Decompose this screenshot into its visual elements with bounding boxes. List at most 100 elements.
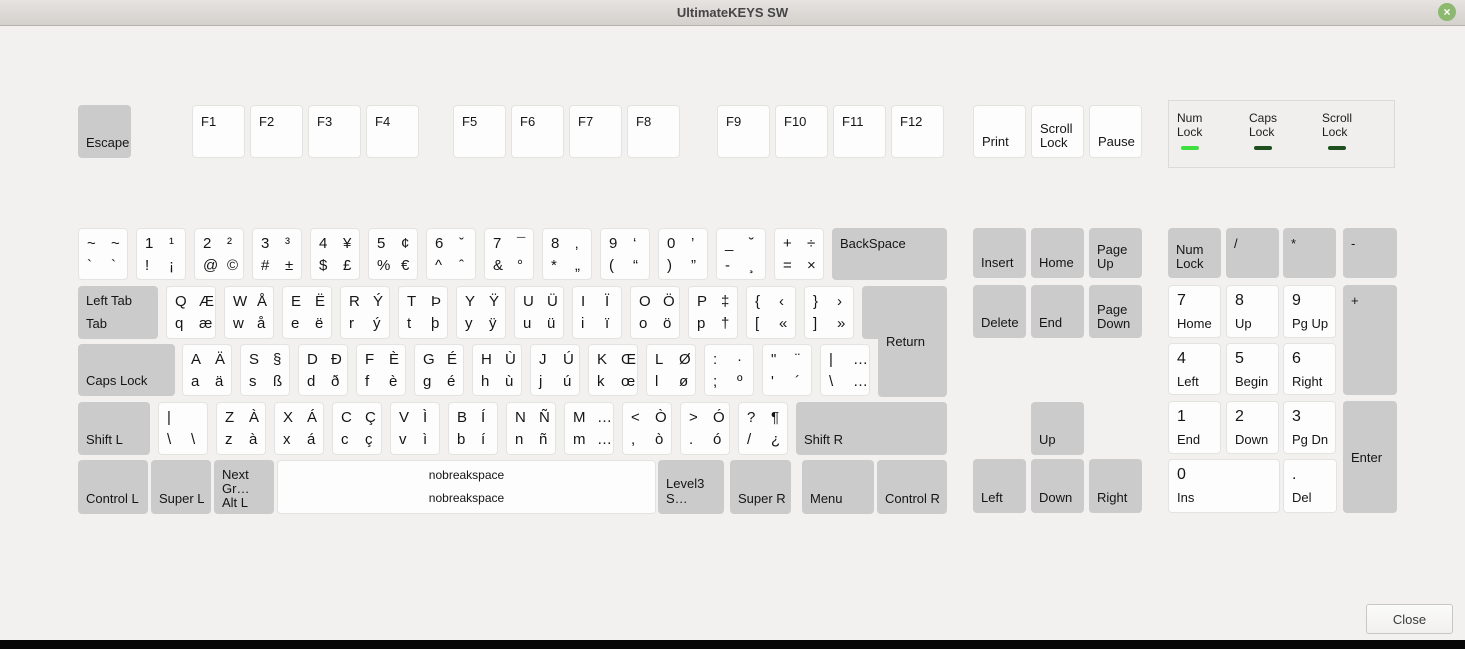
key-f10[interactable]: F10: [775, 105, 828, 158]
key-n[interactable]: NÑnñ: [506, 402, 556, 455]
key-home[interactable]: Home: [1031, 228, 1084, 278]
key-4[interactable]: 4¥$£: [310, 228, 360, 280]
key-super-l[interactable]: Super L: [151, 460, 211, 514]
key-scroll-lock[interactable]: ScrollLock: [1031, 105, 1084, 158]
key-slash[interactable]: ?¶/¿: [738, 402, 788, 455]
key-b[interactable]: BÍbí: [448, 402, 498, 455]
key-a[interactable]: AÄaä: [182, 344, 232, 396]
key-g[interactable]: GÉgé: [414, 344, 464, 396]
key-3[interactable]: 3³#±: [252, 228, 302, 280]
key-9[interactable]: 9‘(“: [600, 228, 650, 280]
close-button[interactable]: Close: [1366, 604, 1453, 634]
key-6[interactable]: 6ˇ^ˆ: [426, 228, 476, 280]
key-down[interactable]: Down: [1031, 459, 1084, 513]
key-caps-lock[interactable]: Caps Lock: [78, 344, 175, 396]
key-5[interactable]: 5¢%€: [368, 228, 418, 280]
key-kp-4[interactable]: 4Left: [1168, 343, 1221, 395]
key-shift-l[interactable]: Shift L: [78, 402, 150, 455]
key-return[interactable]: Return: [878, 286, 947, 397]
key-h[interactable]: HÙhù: [472, 344, 522, 396]
key-kp-enter[interactable]: Enter: [1343, 401, 1397, 513]
key-f8[interactable]: F8: [627, 105, 680, 158]
key-page-down[interactable]: PageDown: [1089, 285, 1142, 338]
key-t[interactable]: TÞtþ: [398, 286, 448, 339]
key-print[interactable]: Print: [973, 105, 1026, 158]
key-l[interactable]: LØlø: [646, 344, 696, 396]
key-w[interactable]: WÅwå: [224, 286, 274, 339]
key-f9[interactable]: F9: [717, 105, 770, 158]
key-kp-multiply[interactable]: *: [1283, 228, 1336, 278]
key-tab[interactable]: Left TabTab: [78, 286, 158, 339]
key-kp-subtract[interactable]: -: [1343, 228, 1397, 278]
key-f6[interactable]: F6: [511, 105, 564, 158]
key-y[interactable]: YŸyÿ: [456, 286, 506, 339]
key-comma[interactable]: <Ò,ò: [622, 402, 672, 455]
key-kp-5[interactable]: 5Begin: [1226, 343, 1279, 395]
key-m[interactable]: M…m…: [564, 402, 614, 455]
key-control-r[interactable]: Control R: [877, 460, 947, 514]
key-7[interactable]: 7¯&°: [484, 228, 534, 280]
key-f12[interactable]: F12: [891, 105, 944, 158]
key-up[interactable]: Up: [1031, 402, 1084, 455]
key-delete[interactable]: Delete: [973, 285, 1026, 338]
key-insert[interactable]: Insert: [973, 228, 1026, 278]
key-kp-7[interactable]: 7Home: [1168, 285, 1221, 338]
key-p[interactable]: P‡p†: [688, 286, 738, 339]
key-bracketleft[interactable]: {‹[«: [746, 286, 796, 339]
key-kp-6[interactable]: 6Right: [1283, 343, 1336, 395]
key-d[interactable]: DÐdð: [298, 344, 348, 396]
key-q[interactable]: QÆqæ: [166, 286, 216, 339]
key-shift-r[interactable]: Shift R: [796, 402, 947, 455]
key-kp-2[interactable]: 2Down: [1226, 401, 1279, 454]
key-kp-1[interactable]: 1End: [1168, 401, 1221, 454]
key-control-l[interactable]: Control L: [78, 460, 148, 514]
key-menu[interactable]: Menu: [802, 460, 874, 514]
key-backspace[interactable]: BackSpace: [832, 228, 947, 280]
key-semicolon[interactable]: :·;º: [704, 344, 754, 396]
key-kp-9[interactable]: 9Pg Up: [1283, 285, 1336, 338]
key-bracketright[interactable]: }›]»: [804, 286, 854, 339]
key-equal[interactable]: +÷=×: [774, 228, 824, 280]
key-kp-add[interactable]: +: [1343, 285, 1397, 395]
key-r[interactable]: RÝrý: [340, 286, 390, 339]
key-apostrophe[interactable]: "¨'´: [762, 344, 812, 396]
key-u[interactable]: UÜuü: [514, 286, 564, 339]
key-f3[interactable]: F3: [308, 105, 361, 158]
key-e[interactable]: EËeë: [282, 286, 332, 339]
key-pipe[interactable]: |\\: [158, 402, 208, 455]
key-z[interactable]: ZÀzà: [216, 402, 266, 455]
key-period[interactable]: >Ó.ó: [680, 402, 730, 455]
key-f7[interactable]: F7: [569, 105, 622, 158]
key-f1[interactable]: F1: [192, 105, 245, 158]
key-v[interactable]: VÌvì: [390, 402, 440, 455]
key-kp-divide[interactable]: /: [1226, 228, 1279, 278]
key-i[interactable]: IÏiï: [572, 286, 622, 339]
key-grave[interactable]: ~~``: [78, 228, 128, 280]
key-space[interactable]: nobreakspacenobreakspace: [277, 460, 656, 514]
key-escape[interactable]: Escape: [78, 105, 131, 158]
key-s[interactable]: S§sß: [240, 344, 290, 396]
key-f2[interactable]: F2: [250, 105, 303, 158]
key-o[interactable]: OÖoö: [630, 286, 680, 339]
key-kp-0[interactable]: 0Ins: [1168, 459, 1280, 513]
key-minus[interactable]: _˘-¸: [716, 228, 766, 280]
key-left[interactable]: Left: [973, 459, 1026, 513]
key-alt-l[interactable]: Next Gr…Alt L: [214, 460, 274, 514]
key-end[interactable]: End: [1031, 285, 1084, 338]
key-super-r[interactable]: Super R: [730, 460, 791, 514]
key-8[interactable]: 8‚*„: [542, 228, 592, 280]
key-c[interactable]: CÇcç: [332, 402, 382, 455]
key-page-up[interactable]: PageUp: [1089, 228, 1142, 278]
key-0[interactable]: 0’)”: [658, 228, 708, 280]
key-backslash[interactable]: |…\…: [820, 344, 870, 396]
key-f11[interactable]: F11: [833, 105, 886, 158]
key-kp-3[interactable]: 3Pg Dn: [1283, 401, 1336, 454]
key-2[interactable]: 2²@©: [194, 228, 244, 280]
key-right[interactable]: Right: [1089, 459, 1142, 513]
key-f[interactable]: FÈfè: [356, 344, 406, 396]
key-kp-8[interactable]: 8Up: [1226, 285, 1279, 338]
key-level3-shift[interactable]: Level3 S…: [658, 460, 724, 514]
key-k[interactable]: KŒkœ: [588, 344, 638, 396]
key-f4[interactable]: F4: [366, 105, 419, 158]
key-kp-decimal[interactable]: .Del: [1283, 459, 1337, 513]
